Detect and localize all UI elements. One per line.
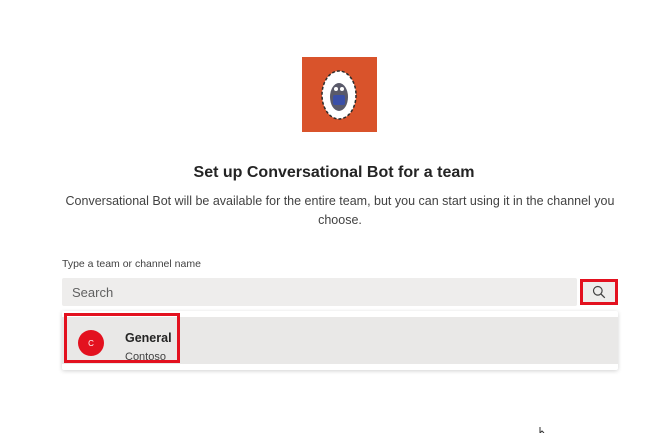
mouse-cursor-icon xyxy=(539,427,545,433)
search-results-dropdown: C General Contoso xyxy=(62,311,618,370)
search-icon xyxy=(592,285,606,299)
search-field-label: Type a team or channel name xyxy=(62,258,201,270)
search-box[interactable] xyxy=(62,278,577,306)
result-highlight-box xyxy=(64,313,180,363)
app-icon xyxy=(302,57,377,132)
search-input[interactable] xyxy=(62,278,572,306)
page-description: Conversational Bot will be available for… xyxy=(65,194,615,227)
page-title: Set up Conversational Bot for a team xyxy=(193,164,475,181)
bot-mascot-icon xyxy=(321,70,357,120)
search-button[interactable] xyxy=(580,279,618,305)
